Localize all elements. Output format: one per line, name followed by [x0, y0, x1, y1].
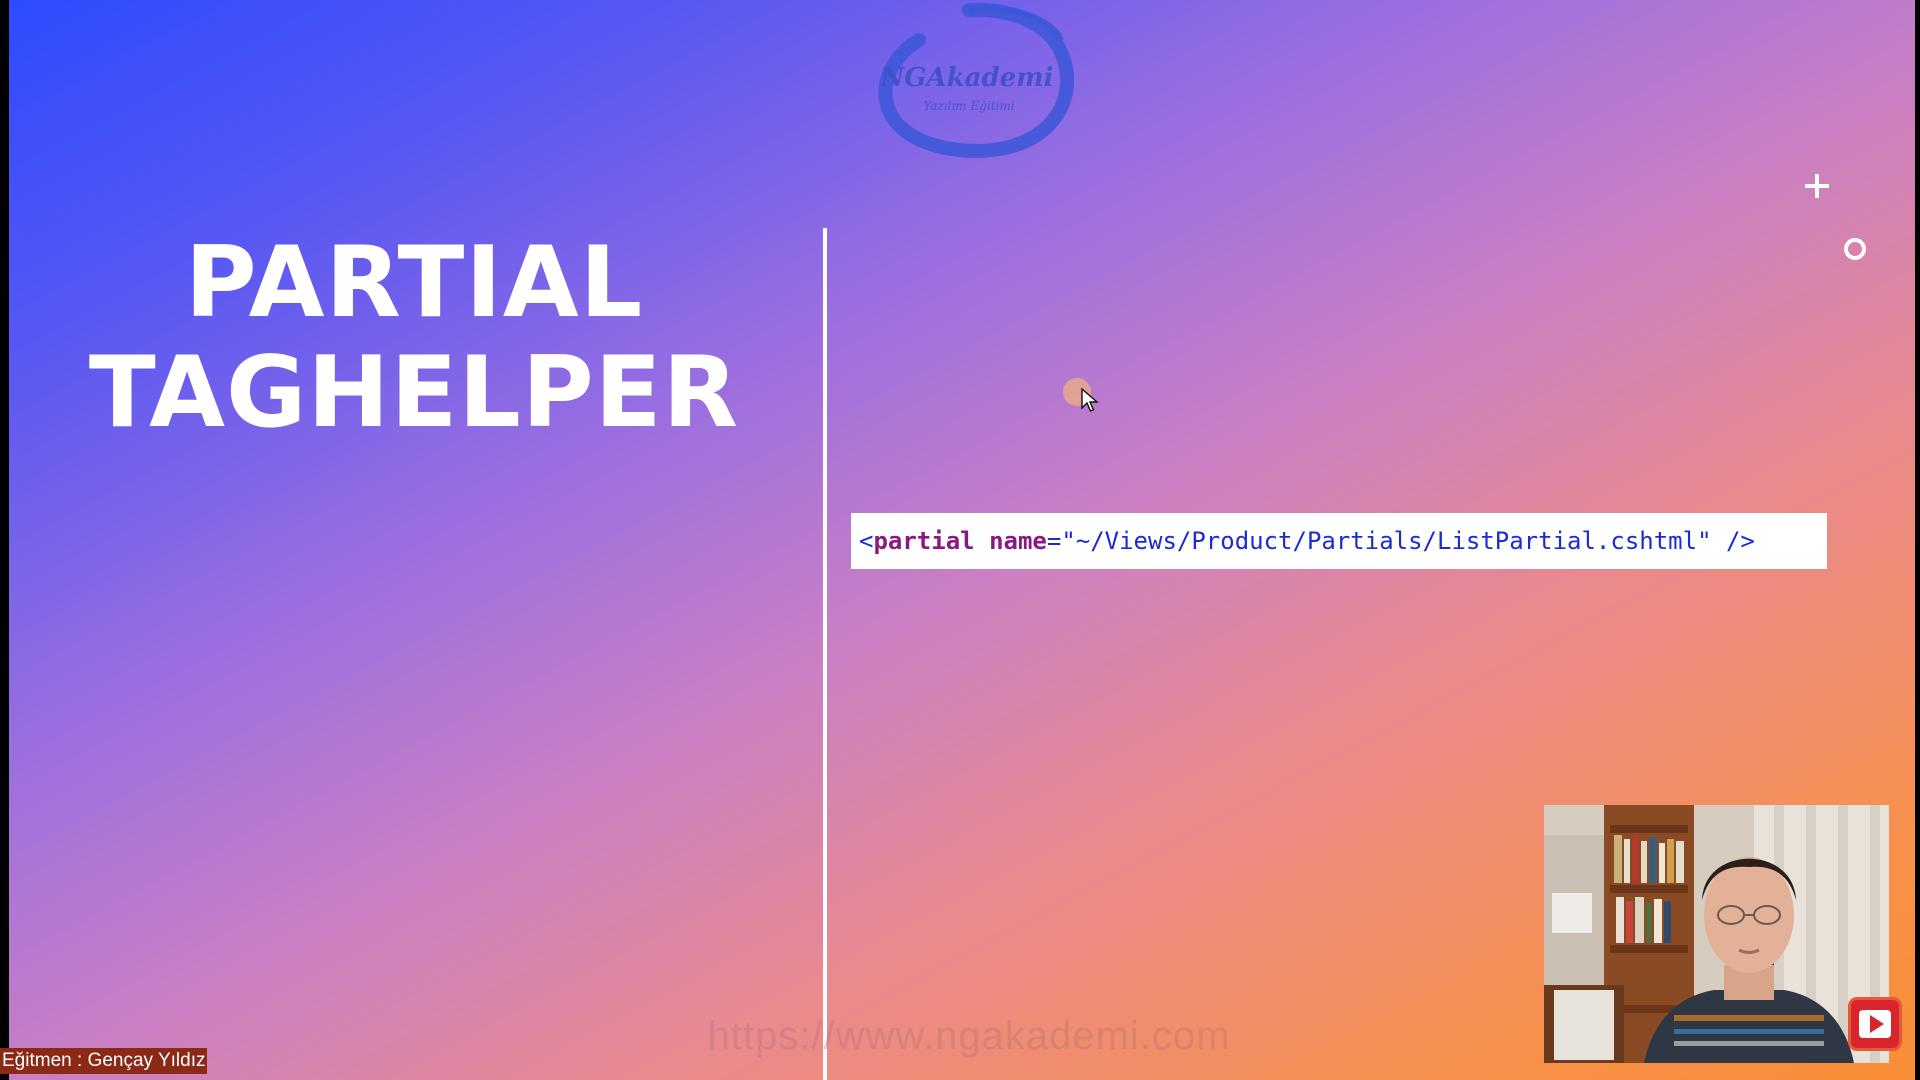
- title-line-2: TAGHELPER: [88, 336, 740, 450]
- ngakademi-logo: NGAkademi Yazılım Eğitimi: [849, 0, 1089, 160]
- code-attr-name: name: [989, 527, 1047, 555]
- youtube-play-icon[interactable]: [1851, 1000, 1899, 1048]
- vertical-divider: [823, 228, 827, 1080]
- title-line-1: PARTIAL: [184, 226, 644, 340]
- video-frame: NGAkademi Yazılım Eğitimi PARTIAL TAGHEL…: [0, 0, 1920, 1080]
- webcam-person-image: [1544, 805, 1889, 1063]
- code-tag-name: partial: [873, 527, 975, 555]
- logo-brand-text: NGAkademi: [879, 63, 1053, 93]
- play-triangle-icon: [1870, 1015, 1884, 1033]
- code-attr-value: "~/Views/Product/Partials/ListPartial.cs…: [1061, 527, 1712, 555]
- logo-swoosh-icon: NGAkademi Yazılım Eğitimi: [878, 2, 1075, 158]
- mouse-cursor-icon: [1081, 388, 1099, 412]
- code-equals: =: [1046, 527, 1062, 555]
- instructor-webcam: [1544, 805, 1889, 1063]
- code-open-bracket: <: [859, 527, 874, 555]
- plus-icon[interactable]: [1805, 174, 1829, 198]
- slide-title: PARTIAL TAGHELPER: [79, 228, 749, 448]
- code-snippet: <partial name="~/Views/Product/Partials/…: [851, 513, 1827, 569]
- website-watermark: https://www.ngakademi.com: [707, 1014, 1231, 1058]
- instructor-credit: Eğitmen : Gençay Yıldız: [0, 1048, 208, 1074]
- logo-tagline-text: Yazılım Eğitimi: [923, 99, 1014, 113]
- circle-icon[interactable]: [1844, 238, 1866, 260]
- code-close: />: [1711, 527, 1755, 555]
- presentation-slide: NGAkademi Yazılım Eğitimi PARTIAL TAGHEL…: [9, 0, 1915, 1080]
